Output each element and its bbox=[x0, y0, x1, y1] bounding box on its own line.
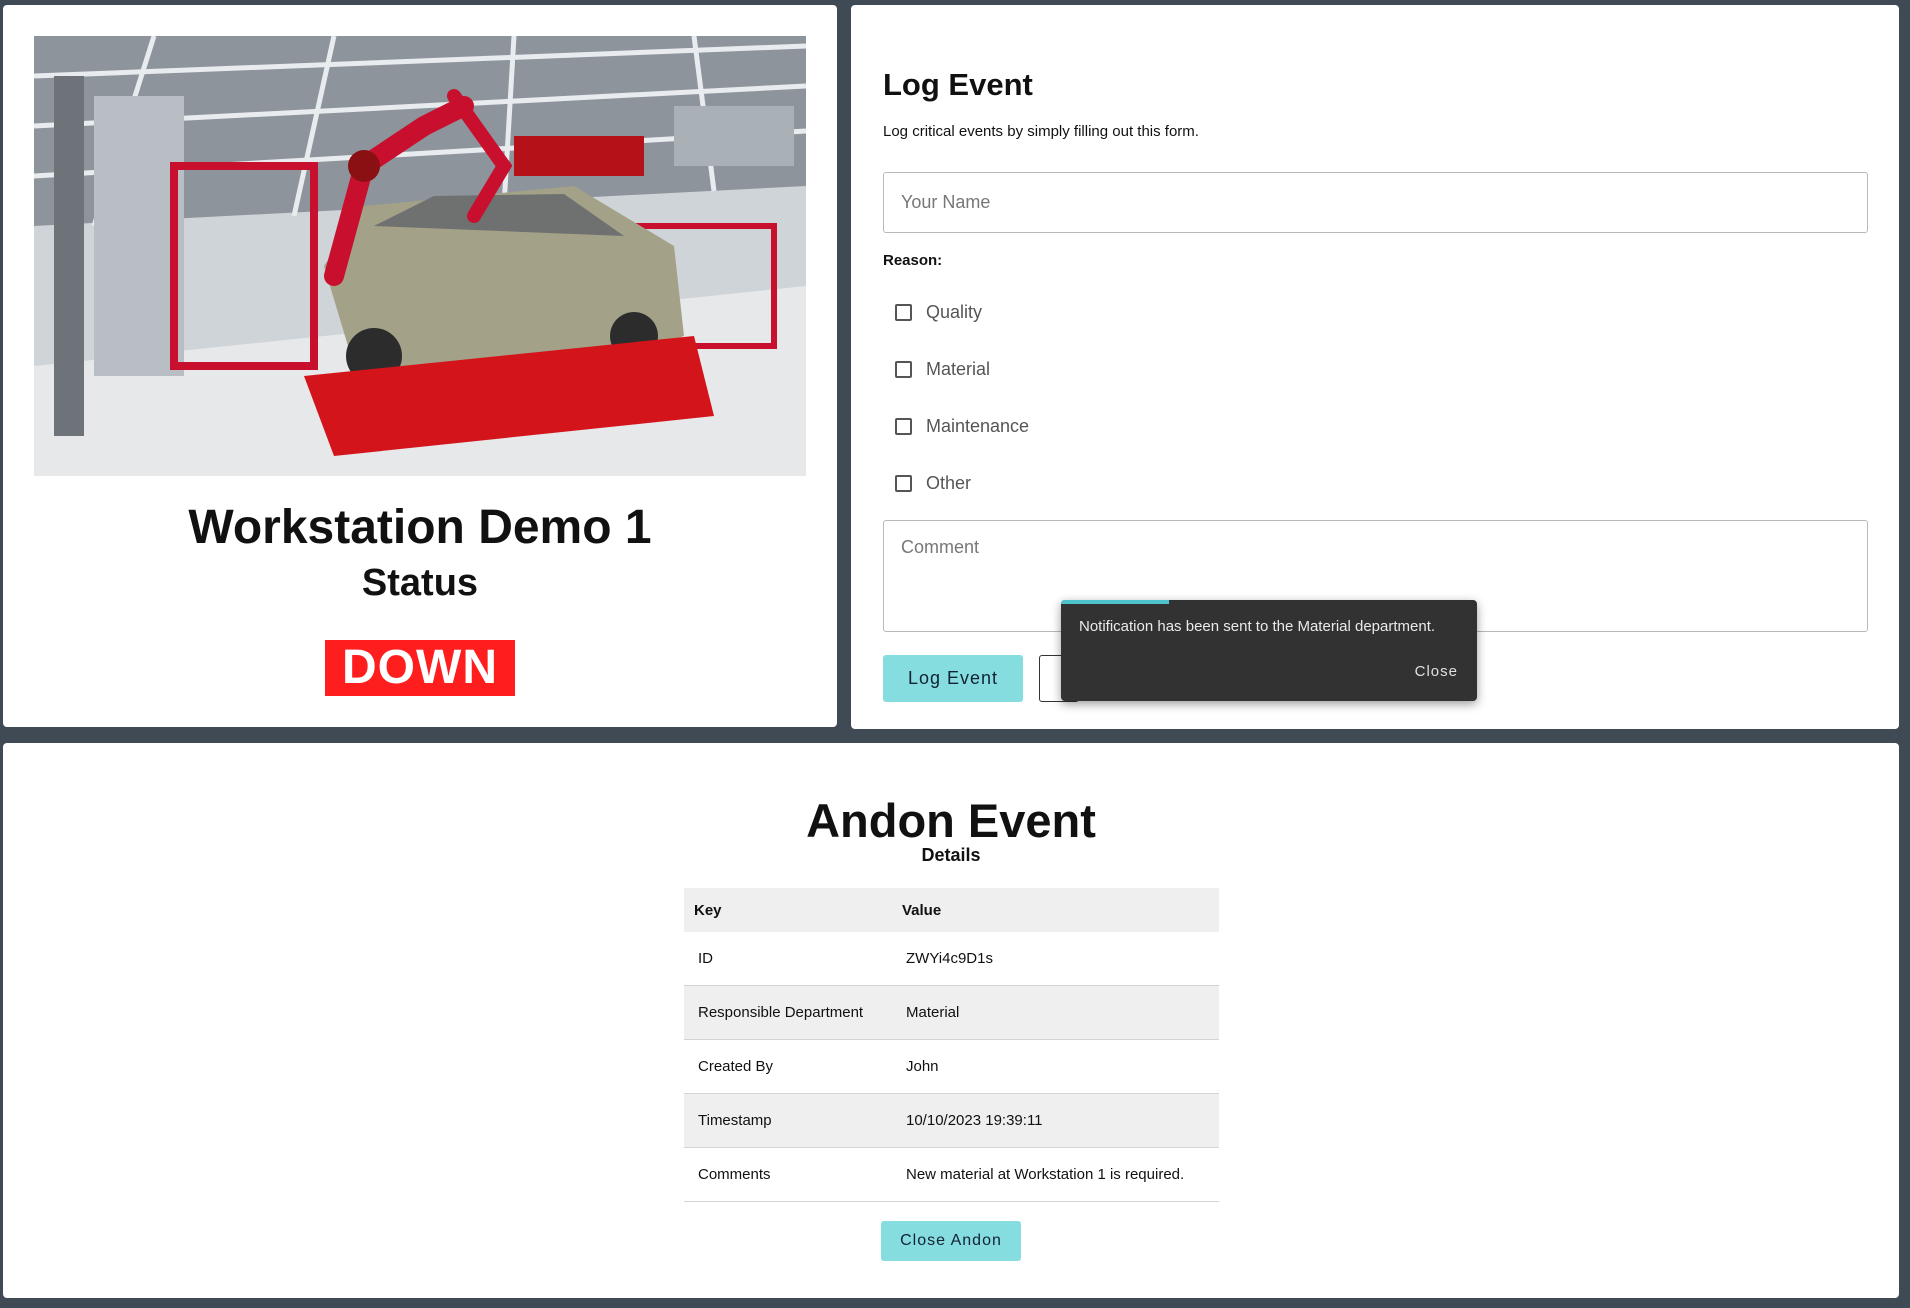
row-key: Timestamp bbox=[684, 1093, 892, 1148]
table-header-row: Key Value bbox=[684, 888, 1219, 932]
row-key: Comments bbox=[684, 1147, 892, 1202]
row-value: John bbox=[892, 1039, 1219, 1094]
checkbox-icon[interactable] bbox=[895, 360, 912, 378]
row-key: Created By bbox=[684, 1039, 892, 1094]
log-event-button[interactable]: Log Event bbox=[883, 655, 1023, 702]
reason-option-label: Other bbox=[926, 472, 972, 493]
name-input[interactable] bbox=[883, 172, 1868, 233]
reason-option-label: Material bbox=[926, 358, 991, 379]
snackbar-message: Notification has been sent to the Materi… bbox=[1079, 618, 1436, 635]
checkbox-icon[interactable] bbox=[895, 474, 912, 492]
close-andon-button[interactable]: Close Andon bbox=[881, 1221, 1021, 1261]
row-value: 10/10/2023 19:39:11 bbox=[892, 1093, 1219, 1148]
reason-checkbox-quality[interactable]: Quality bbox=[895, 297, 982, 327]
status-badge: DOWN bbox=[325, 640, 515, 696]
reason-option-label: Quality bbox=[926, 301, 983, 322]
reason-checkbox-material[interactable]: Material bbox=[895, 354, 990, 384]
workstation-status-panel: Workstation Demo 1 Status DOWN bbox=[3, 5, 837, 727]
table-row: Responsible Department Material bbox=[684, 985, 1219, 1040]
andon-event-panel: Andon Event Details Key Value ID ZWYi4c9… bbox=[3, 743, 1899, 1298]
checkbox-icon[interactable] bbox=[895, 417, 912, 435]
table-row: Comments New material at Workstation 1 i… bbox=[684, 1147, 1219, 1202]
status-heading: Status bbox=[361, 562, 479, 604]
notification-snackbar: Notification has been sent to the Materi… bbox=[1061, 600, 1477, 701]
factory-illustration bbox=[34, 36, 806, 476]
table-row: Created By John bbox=[684, 1039, 1219, 1094]
row-key: ID bbox=[684, 932, 892, 986]
checkbox-icon[interactable] bbox=[895, 303, 912, 321]
column-header-key: Key bbox=[684, 888, 892, 932]
workstation-title: Workstation Demo 1 bbox=[188, 501, 652, 554]
table-row: ID ZWYi4c9D1s bbox=[684, 932, 1219, 986]
form-description: Log critical events by simply filling ou… bbox=[883, 123, 1199, 140]
snackbar-progress-bar bbox=[1061, 600, 1170, 604]
andon-subtitle: Details bbox=[921, 845, 981, 865]
row-value: Material bbox=[892, 985, 1219, 1040]
table-row: Timestamp 10/10/2023 19:39:11 bbox=[684, 1093, 1219, 1148]
snackbar-close-button[interactable]: Close bbox=[1415, 663, 1458, 680]
reason-checkbox-other[interactable]: Other bbox=[895, 468, 971, 498]
reason-option-label: Maintenance bbox=[926, 415, 1030, 436]
row-value: New material at Workstation 1 is require… bbox=[892, 1147, 1219, 1202]
reason-label: Reason: bbox=[883, 252, 943, 269]
form-title: Log Event bbox=[883, 67, 1033, 102]
andon-title: Andon Event bbox=[806, 794, 1096, 847]
column-header-value: Value bbox=[892, 888, 1219, 932]
reason-checkbox-maintenance[interactable]: Maintenance bbox=[895, 411, 1029, 441]
factory-photo bbox=[34, 36, 806, 476]
row-value: ZWYi4c9D1s bbox=[892, 932, 1219, 986]
row-key: Responsible Department bbox=[684, 985, 892, 1040]
details-table: Key Value ID ZWYi4c9D1s Responsible Depa… bbox=[684, 888, 1219, 1202]
